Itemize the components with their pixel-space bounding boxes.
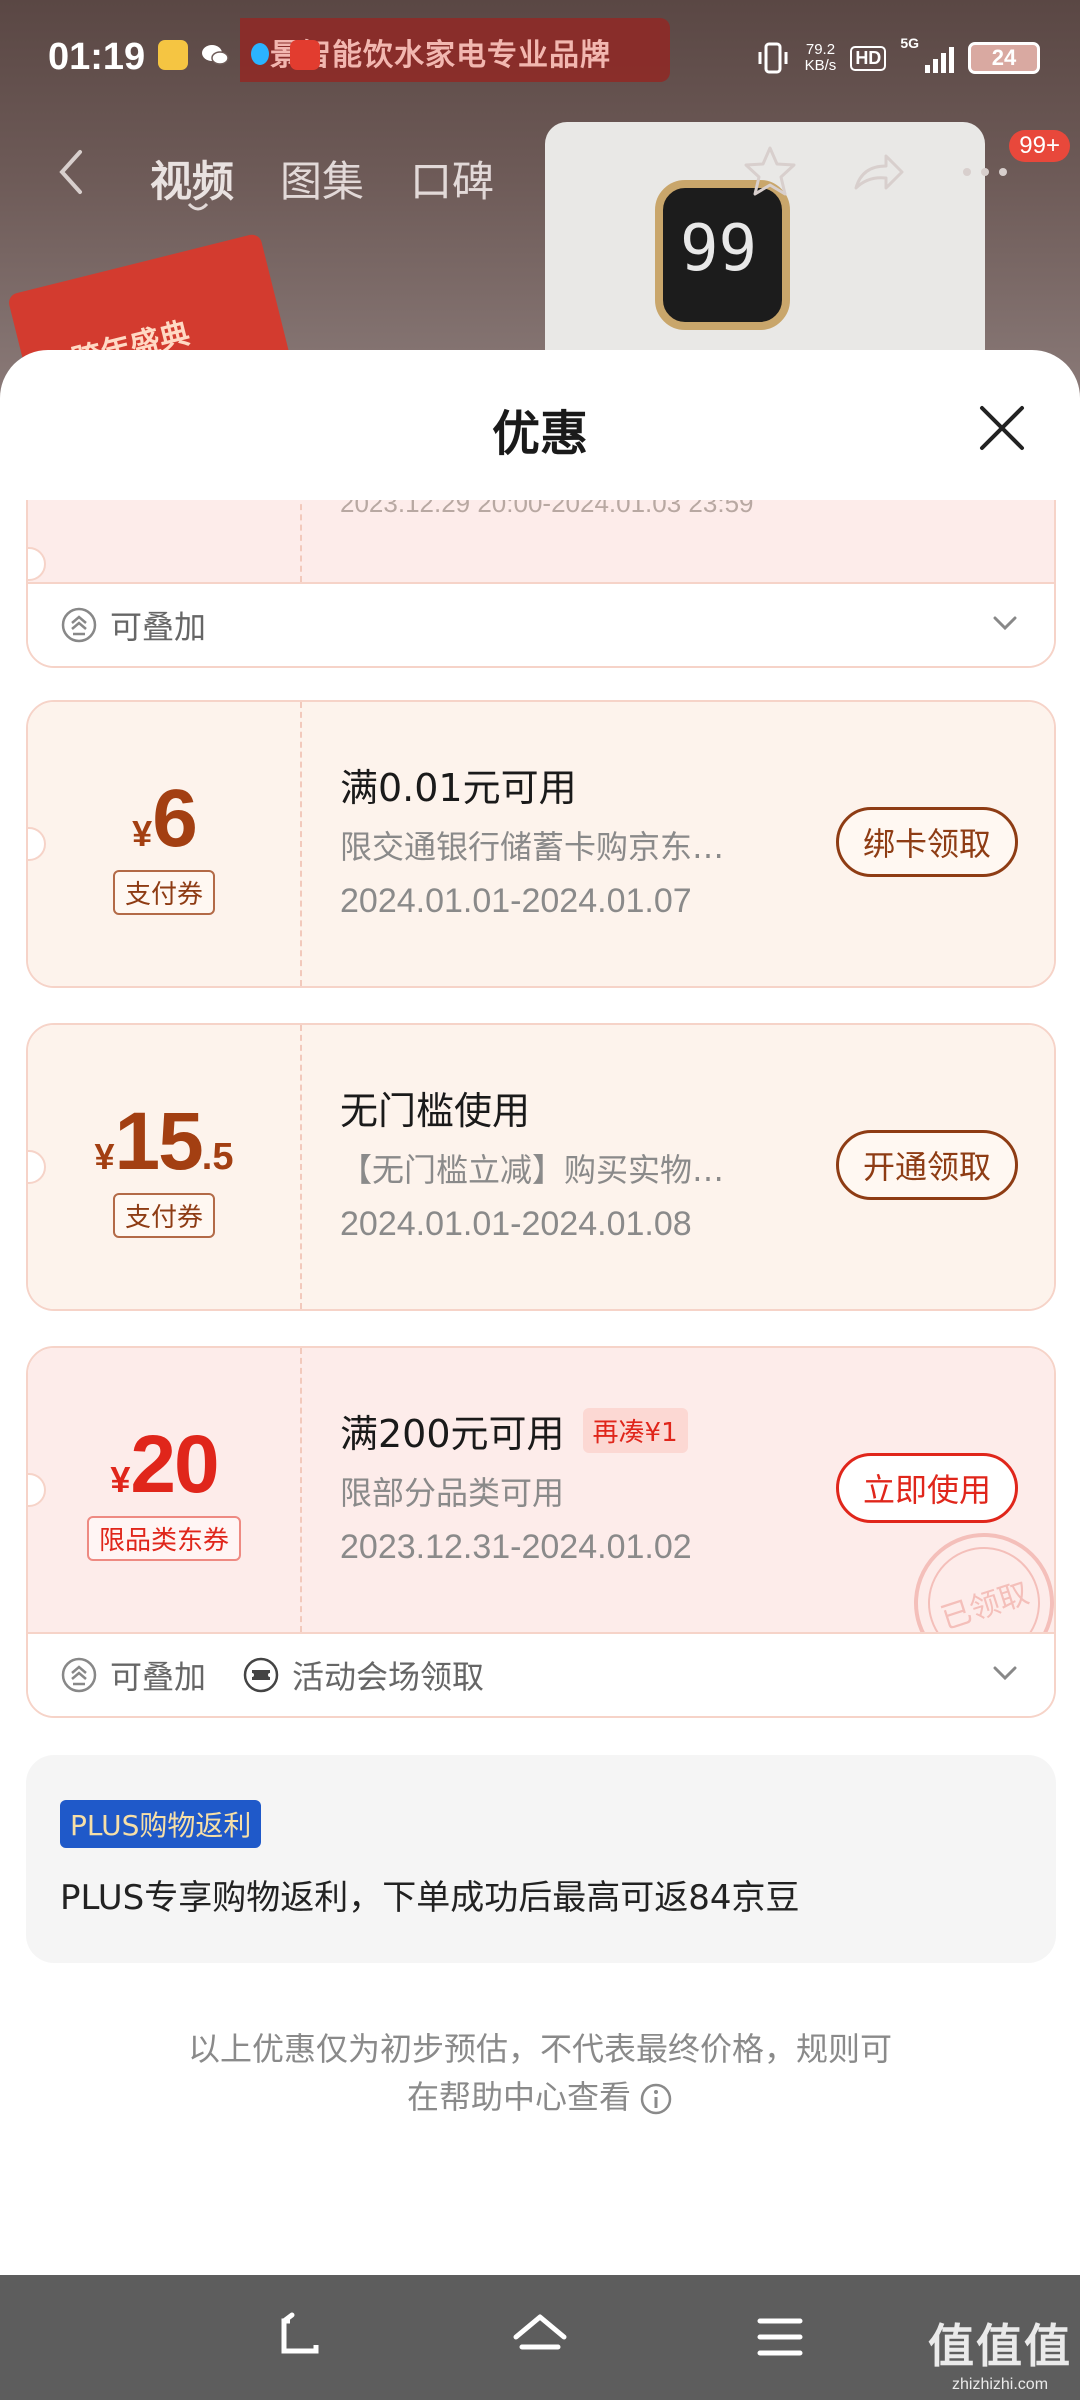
coupon-type-tag: 支付券 <box>112 1193 216 1238</box>
active-tab-indicator <box>187 202 209 211</box>
coupon-title: 无门槛使用 <box>340 1089 531 1133</box>
shopping-app-icon <box>290 40 320 70</box>
battery-indicator: 24 <box>968 42 1040 74</box>
disclaimer-notice: 以上优惠仅为初步预估，不代表最终价格，规则可 在帮助中心查看 <box>0 2025 1080 2121</box>
watermark-url: zhizhizhi.com <box>951 2376 1049 2393</box>
tab-reviews[interactable]: 口碑 <box>410 148 494 209</box>
menu-nav-icon[interactable] <box>750 2307 810 2367</box>
coupon-footer[interactable]: 可叠加 活动会场领取 <box>28 1632 1054 1716</box>
notification-app-icon <box>158 40 188 70</box>
coupon-card: ¥15.5 支付券 无门槛使用 【无门槛立减】购买实物… 2024.01.01-… <box>26 1023 1056 1311</box>
sheet-title: 优惠 <box>491 406 588 462</box>
coupon-date-partial: 2023.12.29 20:00-2024.01.03 23:59 <box>340 500 754 518</box>
info-icon[interactable] <box>639 2082 673 2116</box>
coupon-card: ¥20 限品类东券 满200元可用 再凑¥1 限部分品类可用 2023.12.3… <box>26 1346 1056 1718</box>
coupon-description: 限部分品类可用 <box>340 1474 565 1512</box>
coupon-type-tag: 支付券 <box>112 870 216 915</box>
ticket-icon <box>243 1657 279 1693</box>
system-navigation-bar <box>0 2275 1080 2400</box>
more-icon[interactable] <box>955 142 1015 202</box>
coupon-validity-date: 2024.01.01-2024.01.07 <box>340 882 692 920</box>
coupon-list[interactable]: 2023.12.29 20:00-2024.01.03 23:59 可叠加 ¥6… <box>0 500 1080 2275</box>
home-nav-icon[interactable] <box>510 2307 570 2367</box>
coupon-card: ¥6 支付券 满0.01元可用 限交通银行储蓄卡购京东… 2024.01.01-… <box>26 700 1056 988</box>
product-display-temp: 99 <box>680 212 758 286</box>
back-arrow-icon[interactable] <box>52 148 92 196</box>
status-indicators: 79.2 KB/s HD 5G 24 <box>755 36 1040 80</box>
disclaimer-line-2[interactable]: 在帮助中心查看 <box>0 2073 1080 2121</box>
favorite-star-icon[interactable] <box>740 142 800 202</box>
coupon-footer[interactable]: 可叠加 <box>28 582 1054 666</box>
plus-rebate-card: PLUS购物返利 PLUS专享购物返利，下单成功后最高可返84京豆 <box>26 1755 1056 1963</box>
back-nav-icon[interactable] <box>270 2307 330 2367</box>
watermark: 值值值 zhizhizhi.com <box>928 2310 1072 2394</box>
coupon-description: 限交通银行储蓄卡购京东… <box>340 828 725 866</box>
wechat-icon <box>202 45 229 65</box>
stack-icon <box>61 607 97 643</box>
tab-video[interactable]: 视频 <box>150 148 234 209</box>
tab-gallery[interactable]: 图集 <box>280 148 364 209</box>
vibrate-icon <box>758 42 788 74</box>
discount-sheet: 优惠 2023.12.29 20:00-2024.01.03 23:59 可叠加 <box>0 350 1080 2275</box>
coupon-source-label: 活动会场领取 <box>242 1652 484 1698</box>
chevron-down-icon[interactable] <box>990 608 1020 638</box>
coupon-description: 【无门槛立减】购买实物… <box>340 1151 725 1189</box>
coupon-title: 满0.01元可用 <box>340 766 577 810</box>
coupon-card-partial: 2023.12.29 20:00-2024.01.03 23:59 可叠加 <box>26 500 1056 668</box>
stack-icon <box>61 1657 97 1693</box>
coupon-validity-date: 2024.01.01-2024.01.08 <box>340 1205 692 1243</box>
coupon-title: 满200元可用 再凑¥1 <box>340 1403 688 1458</box>
add-more-tag: 再凑¥1 <box>582 1408 688 1453</box>
stackable-label: 可叠加 <box>60 602 206 648</box>
share-icon[interactable] <box>848 142 908 202</box>
plus-rebate-text: PLUS专享购物返利，下单成功后最高可返84京豆 <box>60 1878 800 1918</box>
coupon-type-tag: 限品类东券 <box>86 1516 242 1561</box>
media-tabs: 视频 图集 口碑 <box>150 148 494 209</box>
use-now-button[interactable]: 立即使用 <box>835 1453 1018 1523</box>
message-count-badge: 99+ <box>1009 130 1070 162</box>
coupon-validity-date: 2023.12.31-2024.01.02 <box>340 1528 692 1566</box>
network-type: 5G <box>900 35 919 51</box>
close-icon[interactable] <box>974 400 1030 456</box>
watermark-logo: 值值值 <box>928 2319 1072 2373</box>
qq-icon <box>251 43 269 65</box>
status-time: 01:19 <box>48 36 146 78</box>
bind-card-claim-button[interactable]: 绑卡领取 <box>835 807 1018 877</box>
hd-indicator: HD <box>850 45 887 71</box>
status-bar: 01:19 79.2 KB/s HD 5G 24 <box>0 0 1080 110</box>
product-page-header: 视频 图集 口碑 99+ <box>0 120 1080 220</box>
activate-claim-button[interactable]: 开通领取 <box>835 1130 1018 1200</box>
network-speed: 79.2 KB/s <box>804 41 837 74</box>
stackable-label: 可叠加 <box>60 1652 206 1698</box>
chevron-down-icon[interactable] <box>990 1658 1020 1688</box>
disclaimer-line-1: 以上优惠仅为初步预估，不代表最终价格，规则可 <box>187 2030 892 2068</box>
plus-badge: PLUS购物返利 <box>60 1800 262 1848</box>
signal-icon <box>925 43 954 73</box>
